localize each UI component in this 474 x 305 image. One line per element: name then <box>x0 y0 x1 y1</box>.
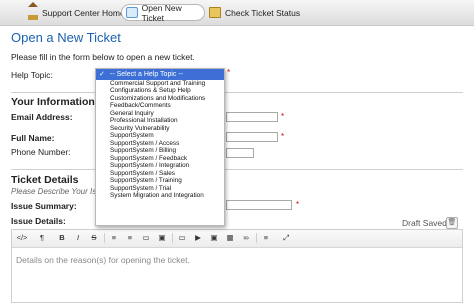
help-topic-option[interactable]: Security Vulnerability <box>96 125 224 132</box>
ticket-hint: Please Describe Your Issu <box>11 187 105 196</box>
full-name-label: Full Name: <box>11 133 55 143</box>
ordered-list-button[interactable]: ≡ <box>124 232 136 244</box>
fullscreen-button[interactable]: ⤢ <box>280 232 292 244</box>
help-topic-dropdown[interactable]: ✓ -- Select a Help Topic -- Commercial S… <box>95 68 225 226</box>
link-button[interactable]: ∞ <box>240 232 252 244</box>
help-topic-option[interactable]: System Migration and Integration <box>96 192 224 199</box>
editor-toolbar: </> ¶ B I S ≡ ≡ ▭ ▣ ▭ ▶ ▣ ▦ ∞ ≡ ⤢ <box>12 230 462 248</box>
help-topic-option[interactable]: Configurations & Setup Help <box>96 87 224 94</box>
phone-label: Phone Number: <box>11 147 71 157</box>
email-label: Email Address: <box>11 112 73 122</box>
strikethrough-button[interactable]: S <box>88 232 100 244</box>
help-topic-option[interactable]: SupportSystem / Feedback <box>96 155 224 162</box>
help-topic-option[interactable]: SupportSystem / Billing <box>96 147 224 154</box>
phone-field[interactable] <box>226 148 254 158</box>
checkmark-icon: ✓ <box>99 71 105 78</box>
tab-check-ticket-status[interactable]: Check Ticket Status <box>209 4 300 21</box>
new-ticket-icon <box>126 7 138 18</box>
delete-draft-icon[interactable]: 🗑 <box>446 217 458 229</box>
top-nav: Support Center Home Open New Ticket Chec… <box>0 0 474 26</box>
outdent-button[interactable]: ▭ <box>140 232 152 244</box>
page-intro: Please fill in the form below to open a … <box>11 52 195 62</box>
table-button[interactable]: ▦ <box>224 232 236 244</box>
help-topic-option[interactable]: SupportSystem / Sales <box>96 170 224 177</box>
help-topic-option[interactable]: SupportSystem / Integration <box>96 162 224 169</box>
issue-summary-field[interactable] <box>226 200 292 210</box>
tab-support-center-home[interactable]: Support Center Home <box>28 1 125 21</box>
page-title: Open a New Ticket <box>11 30 121 45</box>
section-divider <box>11 92 463 93</box>
tab-label: Open New Ticket <box>141 2 182 23</box>
help-topic-options: Commercial Support and Training Configur… <box>96 80 224 200</box>
your-information-heading: Your Information <box>11 96 95 108</box>
selected-option-label: -- Select a Help Topic -- <box>110 71 184 78</box>
ticket-status-icon <box>209 7 221 18</box>
issue-details-label: Issue Details: <box>11 216 66 226</box>
help-topic-selected-option[interactable]: ✓ -- Select a Help Topic -- <box>96 69 224 80</box>
indent-button[interactable]: ▣ <box>156 232 168 244</box>
file-button[interactable]: ▣ <box>208 232 220 244</box>
toolbar-separator <box>172 233 173 243</box>
help-topic-option[interactable]: General Inquiry <box>96 110 224 117</box>
tab-open-new-ticket[interactable]: Open New Ticket <box>121 2 205 23</box>
full-name-field[interactable] <box>226 132 278 142</box>
required-asterisk: * <box>281 112 285 121</box>
editor-placeholder: Details on the reason(s) for opening the… <box>16 255 190 265</box>
unordered-list-button[interactable]: ≡ <box>108 232 120 244</box>
italic-button[interactable]: I <box>72 232 84 244</box>
section-divider <box>11 169 463 170</box>
help-topic-option[interactable]: Customizations and Modifications <box>96 95 224 102</box>
home-icon <box>28 1 38 20</box>
ticket-details-heading: Ticket Details <box>11 174 79 186</box>
help-topic-option[interactable]: SupportSystem / Training <box>96 177 224 184</box>
format-paragraph-button[interactable]: ¶ <box>36 232 48 244</box>
help-topic-option[interactable]: Feedback/Comments <box>96 102 224 109</box>
bold-button[interactable]: B <box>56 232 68 244</box>
issue-details-editor[interactable]: </> ¶ B I S ≡ ≡ ▭ ▣ ▭ ▶ ▣ ▦ ∞ ≡ ⤢ Detail… <box>11 229 463 303</box>
help-topic-option[interactable]: SupportSystem <box>96 132 224 139</box>
help-topic-option[interactable]: SupportSystem / Trial <box>96 185 224 192</box>
help-topic-option[interactable]: SupportSystem / Access <box>96 140 224 147</box>
required-asterisk: * <box>227 68 231 77</box>
toolbar-separator <box>256 233 257 243</box>
help-topic-option[interactable]: Commercial Support and Training <box>96 80 224 87</box>
help-topic-option[interactable]: Professional Installation <box>96 117 224 124</box>
html-source-button[interactable]: </> <box>16 232 28 244</box>
tab-label: Check Ticket Status <box>225 7 301 18</box>
image-button[interactable]: ▭ <box>176 232 188 244</box>
email-field[interactable] <box>226 112 278 122</box>
help-topic-label: Help Topic: <box>11 70 53 80</box>
required-asterisk: * <box>296 200 300 209</box>
required-asterisk: * <box>281 132 285 141</box>
video-button[interactable]: ▶ <box>192 232 204 244</box>
draft-status: Draft Saved <box>402 218 447 228</box>
tab-label: Support Center Home <box>42 7 125 18</box>
toolbar-separator <box>104 233 105 243</box>
issue-summary-label: Issue Summary: <box>11 201 77 211</box>
alignment-button[interactable]: ≡ <box>260 232 272 244</box>
